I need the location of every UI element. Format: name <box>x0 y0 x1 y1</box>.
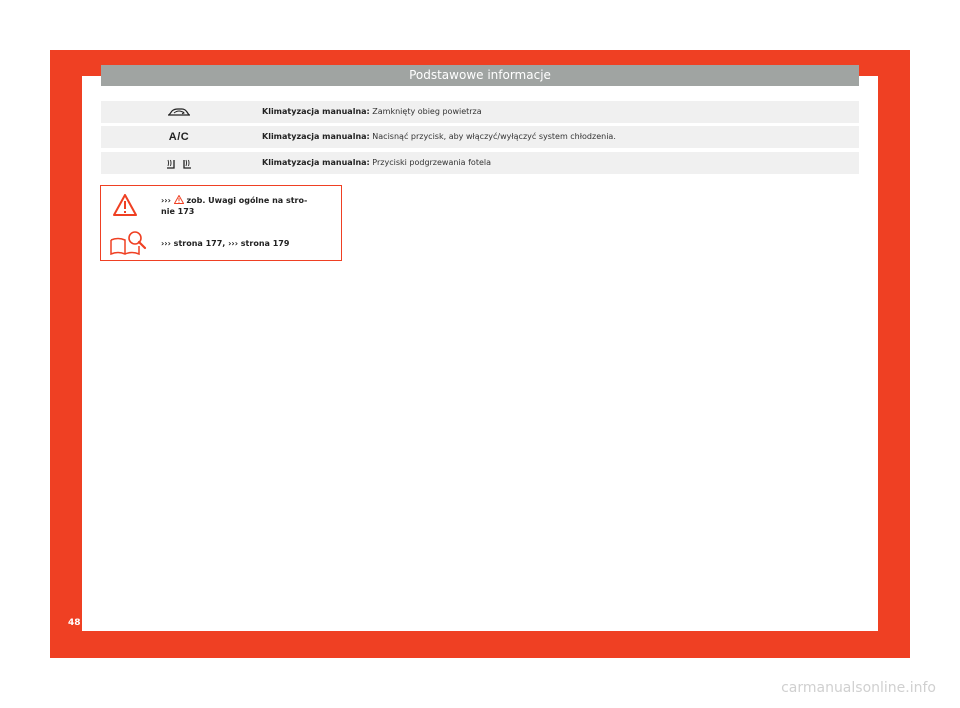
ref-link-177[interactable]: strona 177, <box>171 239 228 248</box>
warning-triangle-icon <box>113 194 137 216</box>
watermark: carmanualsonline.info <box>781 680 936 696</box>
table-row: Klimatyzacja manualna: Zamknięty obieg p… <box>101 101 859 123</box>
page-number: 48 <box>68 618 81 628</box>
row-text: Klimatyzacja manualna: Zamknięty obieg p… <box>262 107 482 116</box>
warning-reference: ››› zob. Uwagi ogólne na stro- nie 173 <box>161 194 308 216</box>
row-text: Klimatyzacja manualna: Przyciski podgrze… <box>262 158 492 167</box>
warning-link[interactable]: zob. Uwagi ogólne na stro- <box>184 196 307 205</box>
small-warning-icon <box>173 194 185 204</box>
info-box: ››› zob. Uwagi ogólne na stro- nie 173 ›… <box>100 185 342 261</box>
ac-icon-text: A/C <box>168 131 190 143</box>
car-recirculation-icon <box>101 101 257 123</box>
table-row: A/C Klimatyzacja manualna: Nacisnąć przy… <box>101 126 859 148</box>
table-row: Klimatyzacja manualna: Przyciski podgrze… <box>101 152 859 174</box>
section-title: Podstawowe informacje <box>409 68 551 82</box>
seat-heating-icon <box>101 152 257 174</box>
ac-icon: A/C <box>101 126 257 148</box>
page-references: ››› strona 177, ››› strona 179 <box>161 239 290 248</box>
section-header: Podstawowe informacje <box>101 65 859 86</box>
book-search-icon <box>110 231 147 256</box>
row-text: Klimatyzacja manualna: Nacisnąć przycisk… <box>262 132 616 141</box>
ref-link-179[interactable]: strona 179 <box>238 239 290 248</box>
